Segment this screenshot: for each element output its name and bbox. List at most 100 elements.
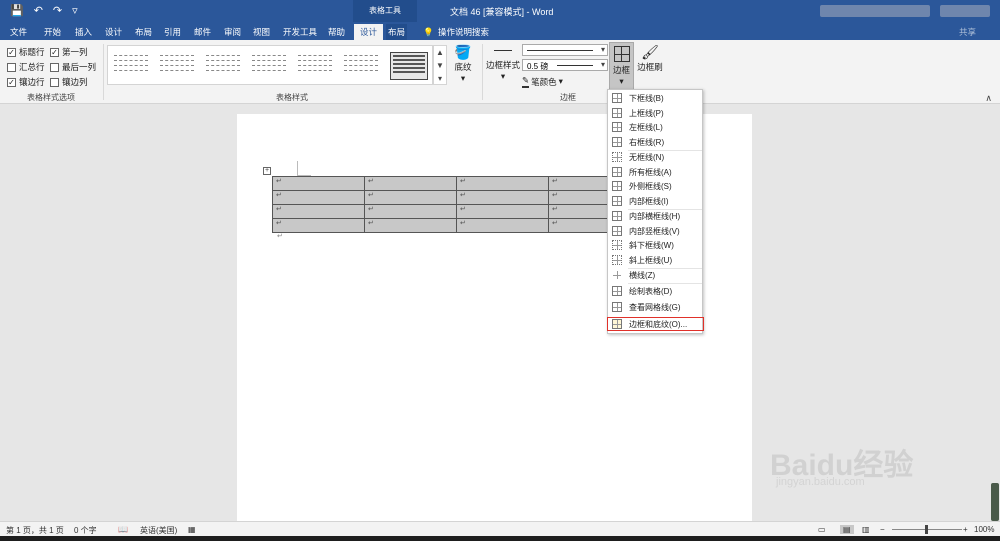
read-mode-icon[interactable]: ▭	[818, 525, 826, 534]
undo-icon[interactable]: ↶	[34, 4, 43, 17]
side-widget[interactable]	[991, 483, 999, 521]
border-styles-button[interactable]: 边框样式 ▾	[486, 44, 520, 82]
watermark-url: jingyan.baidu.com	[776, 476, 865, 488]
table-row[interactable]: ↵ ↵ ↵ ↵	[272, 218, 641, 233]
tab-references[interactable]: 引用	[162, 24, 183, 40]
macro-icon[interactable]: ▦	[188, 525, 196, 534]
table-style-thumbnail[interactable]	[342, 52, 380, 80]
web-layout-icon[interactable]: ▥	[862, 525, 870, 534]
window-title: 文档 46 [兼容模式] - Word	[450, 7, 554, 17]
tab-developer[interactable]: 开发工具	[281, 24, 319, 40]
menu-item-no-border[interactable]: 无框线(N)	[608, 150, 702, 164]
more-icon[interactable]: ▾	[434, 72, 446, 85]
window-controls[interactable]	[940, 5, 990, 17]
border-painter-button[interactable]: 🖌 边框刷	[637, 44, 663, 73]
tab-table-layout[interactable]: 布局	[386, 24, 408, 40]
menu-item-draw-table[interactable]: 绘制表格(D)	[608, 284, 702, 298]
menu-item-inside-borders[interactable]: 内部框线(I)	[608, 194, 702, 208]
menu-item-bottom-border[interactable]: 下框线(B)	[608, 91, 702, 105]
line-style-dropdown[interactable]: ▾	[522, 44, 608, 56]
menu-item-borders-and-shading[interactable]: 边框和底纹(O)...	[607, 317, 704, 331]
menu-item-all-borders[interactable]: 所有框线(A)	[608, 165, 702, 179]
table-row[interactable]: ↵ ↵ ↵ ↵	[272, 190, 641, 205]
table-style-thumbnail[interactable]	[296, 52, 334, 80]
menu-item-outside-borders[interactable]: 外侧框线(S)	[608, 179, 702, 193]
border-style-sample-icon	[494, 50, 512, 51]
checkbox-icon	[50, 77, 59, 87]
tab-home[interactable]: 开始	[42, 24, 63, 40]
word-count[interactable]: 0 个字	[74, 525, 97, 536]
group-label-style-options: 表格样式选项	[27, 93, 75, 102]
zoom-out-button[interactable]: −	[880, 525, 885, 534]
shading-button[interactable]: 🪣 底纹 ▾	[451, 44, 475, 84]
tab-review[interactable]: 审阅	[222, 24, 243, 40]
table-move-handle-icon[interactable]: +	[263, 167, 271, 175]
top-border-icon	[612, 108, 622, 118]
pen-color-button[interactable]: ✎ 笔颜色 ▾	[522, 75, 563, 88]
paint-bucket-icon: 🪣	[454, 44, 472, 60]
zoom-slider-thumb[interactable]	[925, 525, 928, 534]
table-row[interactable]: ↵ ↵ ↵ ↵	[272, 176, 641, 191]
save-icon[interactable]: 💾	[10, 4, 24, 17]
group-separator	[103, 44, 104, 100]
ribbon: ✓ 标题行 ✓ 第一列 汇总行 最后一列 ✓ 镶边行 镶边列 表格样式选项 ▲ ▼ ▾…	[0, 40, 1000, 104]
menu-item-inside-horizontal-border[interactable]: 内部横框线(H)	[608, 209, 702, 223]
print-layout-icon[interactable]: ▤	[840, 525, 854, 534]
borders-button[interactable]: 边框 ▾	[609, 42, 634, 90]
paragraph-mark: ↵	[277, 233, 283, 240]
table-style-thumbnail[interactable]	[204, 52, 242, 80]
menu-item-inside-vertical-border[interactable]: 内部竖框线(V)	[608, 224, 702, 238]
language[interactable]: 英语(美国)	[140, 525, 177, 536]
menu-item-view-gridlines[interactable]: 查看网格线(G)	[608, 300, 702, 314]
user-account[interactable]	[820, 5, 930, 17]
menu-item-horizontal-line[interactable]: 横线(Z)	[608, 268, 702, 282]
zoom-level[interactable]: 100%	[974, 525, 994, 534]
checkbox-icon: ✓	[7, 47, 16, 57]
checkbox-first-column[interactable]: ✓ 第一列	[50, 46, 88, 58]
document-table[interactable]: ↵ ↵ ↵ ↵ ↵ ↵ ↵ ↵ ↵ ↵ ↵ ↵ ↵ ↵ ↵ ↵	[272, 176, 641, 233]
menu-item-diagonal-up-border[interactable]: 斜上框线(U)	[608, 253, 702, 267]
tab-layout[interactable]: 布局	[133, 24, 154, 40]
tab-help[interactable]: 帮助	[326, 24, 347, 40]
menu-item-top-border[interactable]: 上框线(P)	[608, 106, 702, 120]
menu-item-right-border[interactable]: 右框线(R)	[608, 135, 702, 149]
tab-mailings[interactable]: 邮件	[192, 24, 213, 40]
chevron-down-icon[interactable]: ▼	[434, 59, 446, 72]
table-row[interactable]: ↵ ↵ ↵ ↵	[272, 204, 641, 219]
share-button[interactable]: 共享	[957, 24, 978, 40]
redo-icon[interactable]: ↷	[53, 4, 62, 17]
diagonal-down-border-icon	[612, 240, 622, 250]
tab-table-design[interactable]: 设计	[354, 24, 384, 40]
checkbox-banded-rows[interactable]: ✓ 镶边行	[7, 76, 45, 88]
title-bar: 💾 ↶ ↷ ▿ 表格工具 文档 46 [兼容模式] - Word	[0, 0, 1000, 22]
tab-view[interactable]: 视图	[251, 24, 272, 40]
tab-design[interactable]: 设计	[103, 24, 124, 40]
tab-file[interactable]: 文件	[8, 24, 29, 40]
proofing-icon[interactable]: 📖	[118, 525, 128, 534]
customize-icon[interactable]: ▿	[72, 4, 78, 17]
gallery-scroll-controls[interactable]: ▲ ▼ ▾	[433, 45, 447, 85]
line-weight-dropdown[interactable]: 0.5 磅 ▾	[522, 59, 608, 71]
lightbulb-icon: 💡	[423, 27, 434, 37]
table-style-thumbnail[interactable]	[112, 52, 150, 80]
page-count[interactable]: 第 1 页，共 1 页	[6, 525, 64, 536]
table-style-thumbnail[interactable]	[158, 52, 196, 80]
tell-me-search[interactable]: 操作说明搜索	[436, 24, 491, 40]
menu-item-diagonal-down-border[interactable]: 斜下框线(W)	[608, 238, 702, 252]
table-style-thumbnail-selected[interactable]	[390, 52, 428, 80]
table-style-thumbnail[interactable]	[250, 52, 288, 80]
collapse-ribbon-icon[interactable]: ∧	[985, 93, 992, 104]
checkbox-last-column[interactable]: 最后一列	[50, 61, 96, 73]
chevron-up-icon[interactable]: ▲	[434, 46, 446, 59]
checkbox-total-row[interactable]: 汇总行	[7, 61, 45, 73]
outside-borders-icon	[612, 181, 622, 191]
table-styles-gallery	[107, 45, 433, 85]
chevron-down-icon: ▾	[460, 73, 466, 83]
checkbox-banded-columns[interactable]: 镶边列	[50, 76, 88, 88]
line-weight-sample	[557, 65, 593, 66]
tab-insert[interactable]: 插入	[73, 24, 94, 40]
checkbox-header-row[interactable]: ✓ 标题行	[7, 46, 45, 58]
menu-item-left-border[interactable]: 左框线(L)	[608, 120, 702, 134]
group-label-table-styles: 表格样式	[276, 93, 308, 102]
zoom-in-button[interactable]: +	[963, 525, 968, 534]
